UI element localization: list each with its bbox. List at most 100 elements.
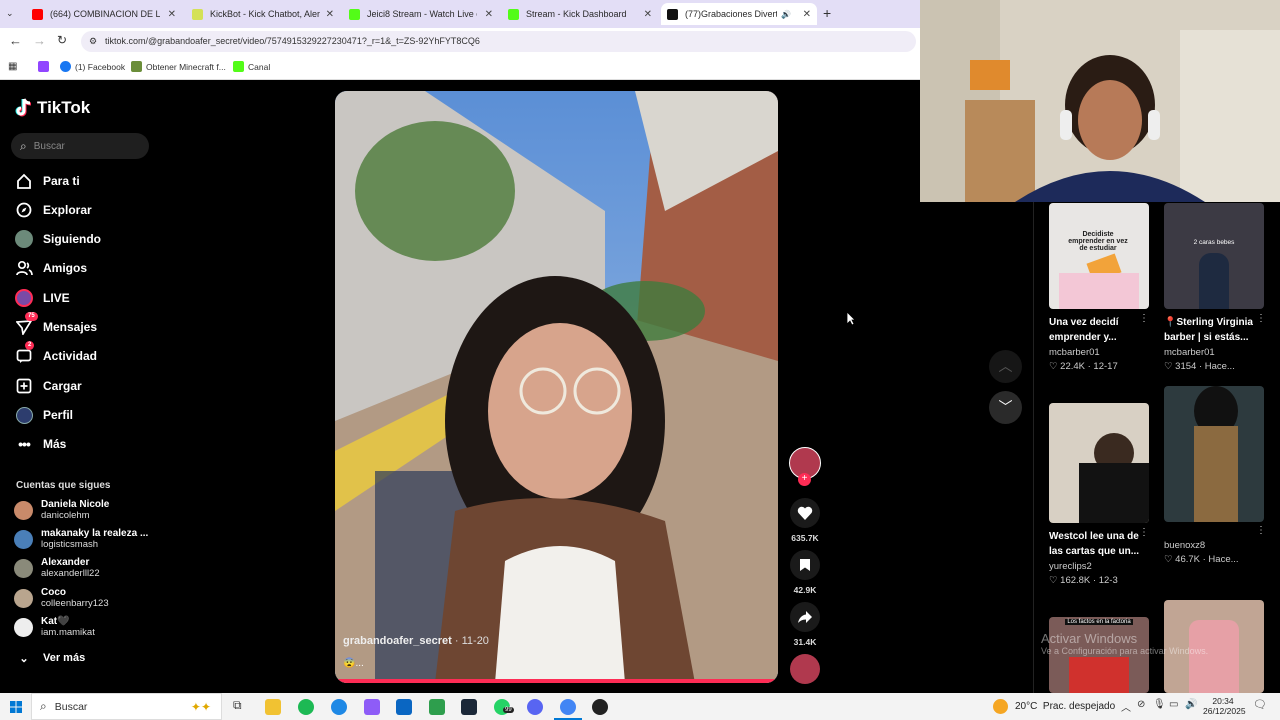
browser-tab[interactable]: Stream - Kick Dashboard ✕ (502, 3, 658, 25)
network-icon[interactable]: ⊘ (1137, 699, 1145, 710)
store-icon[interactable] (429, 699, 445, 715)
previous-video-button[interactable]: ︿ (989, 350, 1022, 383)
search-placeholder: Buscar (33, 140, 65, 152)
nav-cargar[interactable]: Cargar (14, 376, 82, 396)
edge-icon[interactable] (331, 699, 347, 715)
bookmark-facebook[interactable]: (1) Facebook (60, 61, 125, 72)
video-username[interactable]: mcbarber01 (1049, 347, 1159, 358)
followed-account[interactable]: makanaky la realeza ... logisticsmash (14, 528, 148, 550)
copilot-icon[interactable] (364, 699, 380, 715)
nav-mas[interactable]: ••• Más (14, 434, 66, 454)
steam-icon[interactable] (461, 699, 477, 715)
video-username[interactable]: buenoxz8 (1164, 540, 1274, 551)
close-tab-icon[interactable]: ✕ (168, 9, 176, 20)
followed-account[interactable]: Alexander alexanderlll22 (14, 557, 100, 579)
more-options-icon[interactable]: ⋮ (1256, 525, 1266, 536)
next-video-button[interactable]: ﹀ (989, 391, 1022, 424)
volume-icon[interactable]: 🔊 (1185, 699, 1197, 710)
chrome-icon[interactable] (560, 699, 576, 715)
nav-perfil[interactable]: Perfil (14, 405, 73, 425)
video-card[interactable]: ⋮ buenoxz8 ♡ 46.7K · Hace... (1164, 386, 1274, 565)
see-more-button[interactable]: ⌄ Ver más (14, 648, 85, 668)
video-author-line[interactable]: grabandoafer_secret · 11-20 (343, 635, 489, 647)
more-options-icon[interactable]: ⋮ (1139, 527, 1149, 538)
video-thumbnail[interactable] (1049, 403, 1149, 523)
avatar (14, 558, 33, 578)
search-input[interactable]: ⌕ Buscar (11, 133, 149, 159)
close-tab-icon[interactable]: ✕ (326, 9, 334, 20)
video-card[interactable]: Westcol lee una de las cartas que un... … (1049, 403, 1159, 586)
nav-para-ti[interactable]: Para ti (14, 171, 80, 191)
chevron-up-icon[interactable]: ︿ (1121, 699, 1131, 714)
browser-tab-active[interactable]: (77)Grabaciones Divertidas 🔊 ✕ (661, 3, 817, 25)
nav-amigos[interactable]: Amigos (14, 258, 87, 278)
video-title[interactable]: Westcol lee una de las cartas que un... (1049, 529, 1141, 559)
followed-account[interactable]: Coco colleenbarry123 (14, 587, 109, 609)
twitch-icon[interactable] (38, 61, 49, 72)
notification-icon[interactable]: 🗨 (1253, 698, 1267, 711)
video-username[interactable]: mcbarber01 (1164, 347, 1274, 358)
save-action[interactable]: 42.9K (789, 550, 821, 595)
clock[interactable]: 20:34 26/12/2025 (1203, 696, 1246, 716)
bookmark-icon[interactable] (790, 550, 820, 580)
tab-list-button[interactable]: ⌄ (6, 8, 14, 19)
video-thumbnail[interactable] (1164, 386, 1264, 522)
reload-icon[interactable]: ↻ (57, 33, 67, 47)
account-name: Daniela Nicole (41, 499, 110, 510)
follow-plus-icon[interactable]: + (798, 473, 811, 486)
video-username[interactable]: yureclips2 (1049, 561, 1159, 572)
address-bar[interactable]: ⚙ tiktok.com/@grabandoafer_secret/video/… (81, 31, 916, 52)
nav-explorar[interactable]: Explorar (14, 200, 92, 220)
tiktok-logo[interactable]: TikTok (15, 98, 90, 118)
nav-label: Para ti (43, 174, 80, 188)
share-action[interactable]: 31.4K (789, 602, 821, 647)
forward-icon[interactable]: → (33, 33, 46, 48)
site-info-icon[interactable]: ⚙ (89, 31, 97, 52)
share-arrow-icon[interactable] (790, 602, 820, 632)
video-card[interactable]: 2 caras bebes 📍Sterling Virginia barber … (1164, 203, 1274, 372)
url-text: tiktok.com/@grabandoafer_secret/video/75… (105, 36, 480, 46)
taskbar-search[interactable]: ⌕ Buscar ✦✦ (31, 693, 222, 720)
discord-icon[interactable] (527, 699, 543, 715)
close-tab-icon[interactable]: ✕ (803, 9, 811, 20)
back-icon[interactable]: ← (9, 33, 22, 48)
browser-tab[interactable]: KickBot - Kick Chatbot, Alerts, ✕ (186, 3, 340, 25)
video-thumbnail[interactable]: 2 caras bebes (1164, 203, 1264, 309)
nav-actividad[interactable]: 2 Actividad (14, 341, 97, 366)
bookmark-canal[interactable]: Canal (233, 61, 270, 72)
followed-account[interactable]: Daniela Nicole danicolehm (14, 499, 109, 521)
task-view-icon[interactable]: ⧉ (233, 698, 242, 713)
windows-start-icon[interactable] (10, 701, 22, 713)
heart-icon[interactable] (790, 498, 820, 528)
spotify-icon[interactable] (298, 699, 314, 715)
microphone-icon[interactable]: 🎙 (1153, 699, 1166, 710)
new-tab-button[interactable]: + (823, 5, 831, 21)
speaker-icon[interactable]: 🔊 (781, 10, 791, 19)
obs-icon[interactable] (592, 699, 608, 715)
battery-icon[interactable]: ▭ (1169, 699, 1178, 710)
sound-disc-icon[interactable] (790, 654, 820, 684)
video-title[interactable]: 📍Sterling Virginia barber | si estás... (1164, 315, 1256, 345)
nav-mensajes[interactable]: 75 Mensajes (14, 312, 97, 337)
browser-tab[interactable]: Jeici8 Stream - Watch Live on ✕ (343, 3, 499, 25)
more-options-icon[interactable]: ⋮ (1139, 313, 1149, 324)
browser-tab[interactable]: (664) COMBINACION DE LA HA ✕ (26, 3, 182, 25)
file-explorer-icon[interactable] (265, 699, 281, 715)
like-action[interactable]: 635.7K (789, 498, 821, 543)
chevron-down-icon: ⌄ (19, 652, 29, 665)
nav-live[interactable]: LIVE (14, 288, 70, 308)
video-title[interactable]: Una vez decidí emprender y... (1049, 315, 1141, 345)
video-player[interactable]: grabandoafer_secret · 11-20 😨... (335, 91, 778, 683)
apps-grid-icon[interactable]: ▦ (8, 61, 17, 72)
outlook-icon[interactable] (396, 699, 412, 715)
weather-text[interactable]: 20°C Prac. despejado (1015, 701, 1115, 712)
weather-icon[interactable] (993, 699, 1008, 714)
video-thumbnail[interactable]: Decidiste emprender en vez de estudiar (1049, 203, 1149, 309)
more-options-icon[interactable]: ⋮ (1256, 313, 1266, 324)
followed-account[interactable]: Kat🖤 iam.mamikat (14, 616, 95, 638)
bookmark-minecraft[interactable]: Obtener Minecraft f... (131, 61, 226, 72)
video-card[interactable]: Decidiste emprender en vez de estudiar U… (1049, 203, 1159, 372)
nav-siguiendo[interactable]: Siguiendo (14, 229, 101, 249)
close-tab-icon[interactable]: ✕ (644, 9, 652, 20)
close-tab-icon[interactable]: ✕ (485, 9, 493, 20)
